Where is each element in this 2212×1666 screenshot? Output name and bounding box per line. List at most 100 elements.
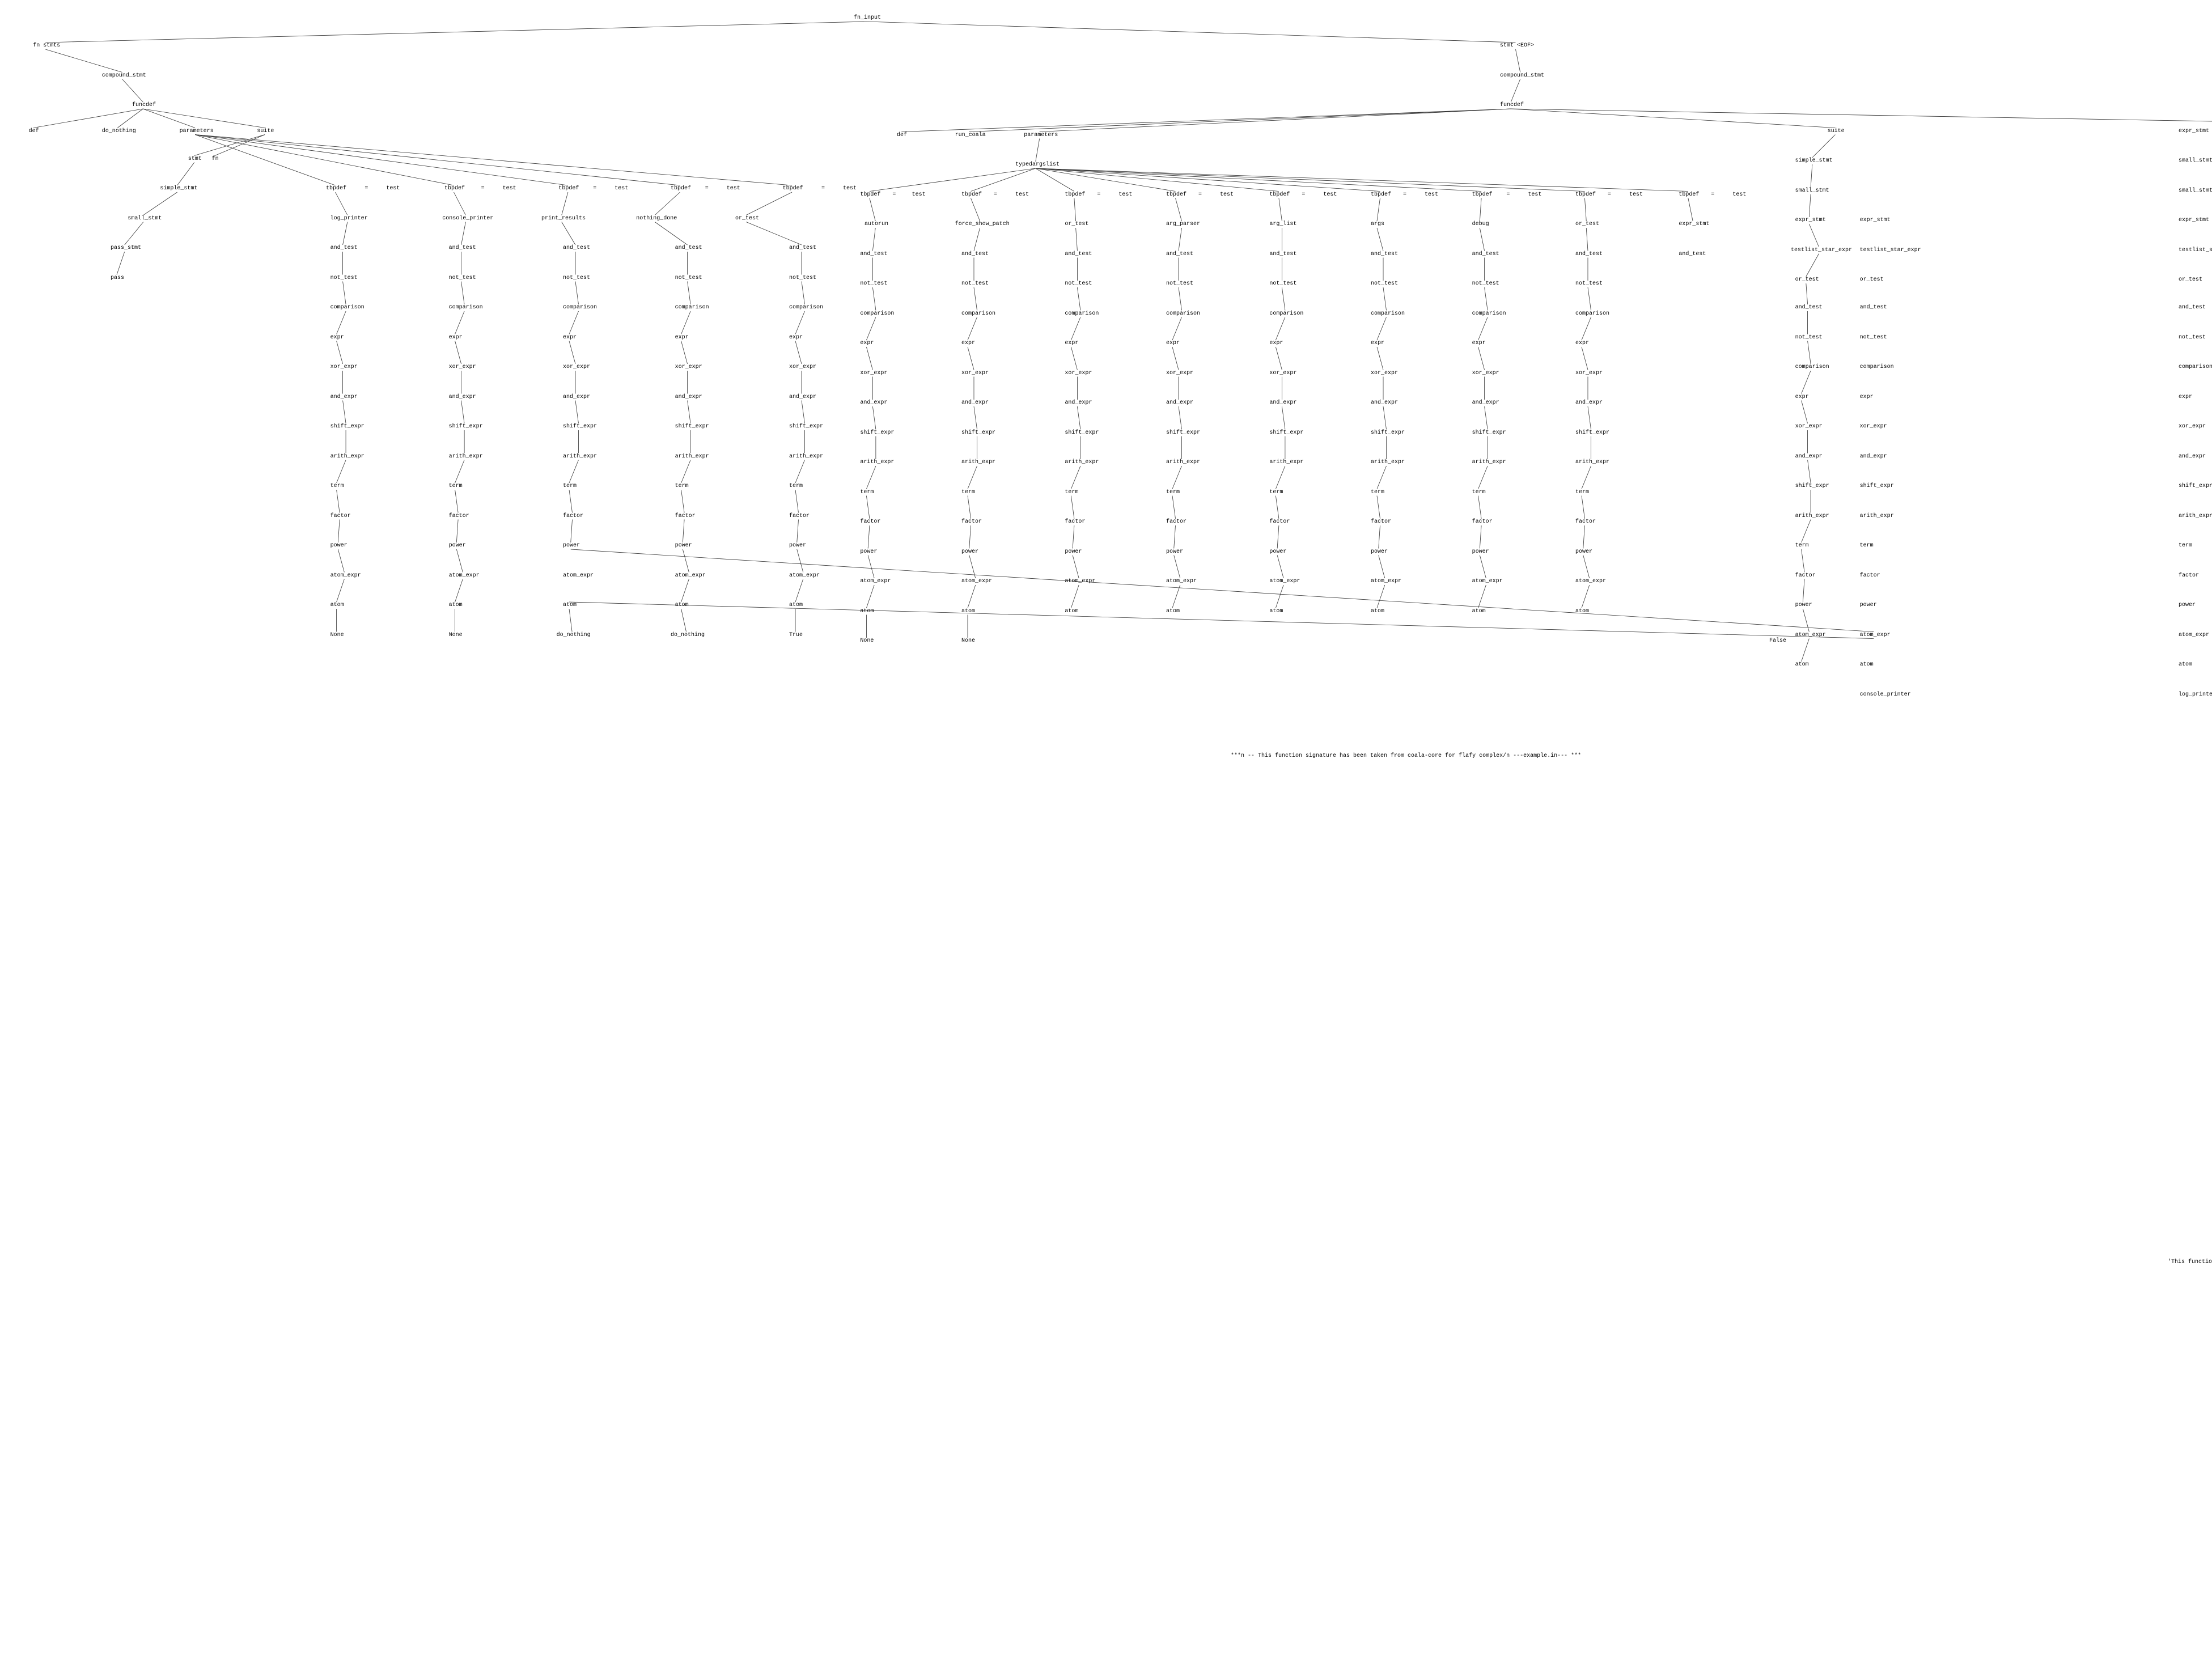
tree-node-lbl_autorun: autorun xyxy=(865,221,888,227)
tree-node-eq_a1: = xyxy=(365,185,368,192)
tree-node-pass1: pass xyxy=(111,275,124,281)
tree-node-shiftexpr_2f: shift_expr xyxy=(1371,430,1405,436)
tree-node-atom_n3: atom xyxy=(563,602,577,608)
tree-node-comp_2h: comparison xyxy=(1575,311,1609,317)
tree-node-tbpdef_b7: tbpdef xyxy=(1472,192,1493,198)
tree-node-eq_b3: = xyxy=(1097,192,1100,198)
tree-node-andtest_b1: and_test xyxy=(330,245,358,251)
tree-node-leaf_donothing1: do_nothing xyxy=(557,632,591,638)
tree-node-term_2c: term xyxy=(1065,489,1078,495)
tree-node-simple_stmt_r2: simple_stmt xyxy=(1795,158,1833,164)
tree-node-eq_b1: = xyxy=(892,192,896,198)
tree-node-test_b4: test xyxy=(1220,192,1234,198)
tree-node-term_m3: term xyxy=(1860,542,1874,549)
tree-node-nottest_c1: not_test xyxy=(330,275,358,281)
tree-node-term_2g: term xyxy=(1472,489,1486,495)
tree-node-test_b8: test xyxy=(1629,192,1643,198)
tree-node-expr_m3: expr xyxy=(1860,394,1874,400)
tree-node-andtest_2h: and_test xyxy=(1575,251,1603,257)
tree-node-arithexpr_2a: arith_expr xyxy=(860,459,894,465)
tree-node-arithexpr_2f: arith_expr xyxy=(1371,459,1405,465)
tree-node-factor_2a: factor xyxy=(860,519,880,525)
tree-node-run_coala2: run_coala xyxy=(955,132,986,138)
tree-node-leaf_false1: False xyxy=(1769,638,1786,644)
tree-node-expr_e3: expr xyxy=(563,334,577,341)
tree-node-lbl_exprstmt: expr_stmt xyxy=(1679,221,1709,227)
tree-node-arithexpr_r6: arith_expr xyxy=(1795,513,1829,519)
tree-node-andexpr_m3: and_expr xyxy=(1860,453,1887,460)
tree-node-xorexpr_2b: xor_expr xyxy=(961,370,989,376)
tree-node-simple1: simple_stmt xyxy=(160,185,197,192)
tree-node-shiftexpr_2d: shift_expr xyxy=(1166,430,1200,436)
tree-node-factor_2f: factor xyxy=(1371,519,1391,525)
tree-node-root_fn_input: fn_input xyxy=(854,15,881,21)
tree-node-power_l4: power xyxy=(675,542,692,549)
tree-node-eq_a2: = xyxy=(481,185,485,192)
tree-node-atom_n5: atom xyxy=(789,602,803,608)
tree-node-term_2e: term xyxy=(1269,489,1283,495)
tree-node-atom_2h: atom xyxy=(1575,608,1589,614)
tree-node-power_2f: power xyxy=(1371,549,1388,555)
tree-node-suite_right1: suite xyxy=(1828,128,1845,134)
tree-node-atomexpr_m4: atom_expr xyxy=(675,573,706,579)
tree-node-andtest_b3: and_test xyxy=(563,245,590,251)
tree-node-atom_2a: atom xyxy=(860,608,874,614)
tree-node-andexpr_g3: and_expr xyxy=(563,394,590,400)
tree-node-expr_2f: expr xyxy=(1371,340,1384,346)
tree-node-power_2e: power xyxy=(1269,549,1286,555)
tree-node-term_2d: term xyxy=(1166,489,1180,495)
tree-node-arithexpr_2d: arith_expr xyxy=(1166,459,1200,465)
tree-node-anno2: 'This function will do something' xyxy=(2168,1259,2212,1265)
tree-node-atomexpr_2c: atom_expr xyxy=(1065,578,1095,584)
tree-node-atomexpr_m1: atom_expr xyxy=(330,573,361,579)
tree-node-expr_2g: expr xyxy=(1472,340,1486,346)
tree-node-expr_e5: expr xyxy=(789,334,803,341)
tree-node-lbl_logprinter: log_printer xyxy=(330,215,368,222)
tree-node-power_2g: power xyxy=(1472,549,1489,555)
tree-node-compound_stmt_r1: compound_stmt xyxy=(1500,73,1544,79)
tree-node-factor_2d: factor xyxy=(1166,519,1186,525)
tree-node-arithexpr_i4: arith_expr xyxy=(675,453,709,460)
tree-node-expr_2d: expr xyxy=(1166,340,1180,346)
tree-node-arithexpr_m3: arith_expr xyxy=(1860,513,1894,519)
tree-node-andexpr_2c: and_expr xyxy=(1065,400,1092,406)
tree-node-atom_2e: atom xyxy=(1269,608,1283,614)
tree-node-andtest_b4: and_test xyxy=(675,245,702,251)
tree-node-power_l2: power xyxy=(449,542,466,549)
tree-node-andexpr_g5: and_expr xyxy=(789,394,816,400)
tree-node-def_kw1: def xyxy=(29,128,39,134)
tree-node-term_j2: term xyxy=(449,483,463,489)
tree-node-andtest_2e: and_test xyxy=(1269,251,1296,257)
tree-node-atom_2g: atom xyxy=(1472,608,1486,614)
tree-node-test_b1: test xyxy=(912,192,926,198)
tree-node-anno_coala: ***n -- This function signature has been… xyxy=(1231,753,1581,759)
tree-node-fn_in1: fn xyxy=(212,156,219,162)
tree-node-expr_stmt_r2: expr_stmt xyxy=(1795,217,1826,223)
tree-node-andtest_2f: and_test xyxy=(1371,251,1398,257)
tree-node-not_test_m3: not_test xyxy=(1860,334,1887,341)
tree-node-xorexpr_2a: xor_expr xyxy=(860,370,887,376)
tree-node-power_2a: power xyxy=(860,549,877,555)
tree-node-term_r6: term xyxy=(1795,542,1809,549)
tree-node-andtest_2i: and_test xyxy=(1679,251,1706,257)
tree-node-test_a5: test xyxy=(843,185,857,192)
tree-node-nottest_2a: not_test xyxy=(860,281,887,287)
tree-node-test_b6: test xyxy=(1425,192,1438,198)
tree-node-arithexpr_2h: arith_expr xyxy=(1575,459,1609,465)
tree-node-andtest_2a: and_test xyxy=(860,251,887,257)
tree-node-nottest_2d: not_test xyxy=(1166,281,1193,287)
tree-node-andexpr_g1: and_expr xyxy=(330,394,358,400)
tree-node-nottest_2g: not_test xyxy=(1472,281,1499,287)
tree-node-andexpr_2b: and_expr xyxy=(961,400,989,406)
tree-node-shiftexpr_h5: shift_expr xyxy=(789,423,823,430)
tree-node-atomexpr_2e: atom_expr xyxy=(1269,578,1300,584)
tree-node-term_2f: term xyxy=(1371,489,1384,495)
tree-node-tbpdef_b5: tbpdef xyxy=(1269,192,1290,198)
tree-node-atomexpr_2d: atom_expr xyxy=(1166,578,1197,584)
tree-node-leaf_donothing2: do_nothing xyxy=(671,632,705,638)
tree-node-andexpr_2a: and_expr xyxy=(860,400,887,406)
tree-node-shiftexpr_2g: shift_expr xyxy=(1472,430,1506,436)
tree-node-shiftexpr_h4: shift_expr xyxy=(675,423,709,430)
tree-node-comp_m3: comparison xyxy=(1860,364,1894,370)
tree-node-test_b5: test xyxy=(1323,192,1337,198)
